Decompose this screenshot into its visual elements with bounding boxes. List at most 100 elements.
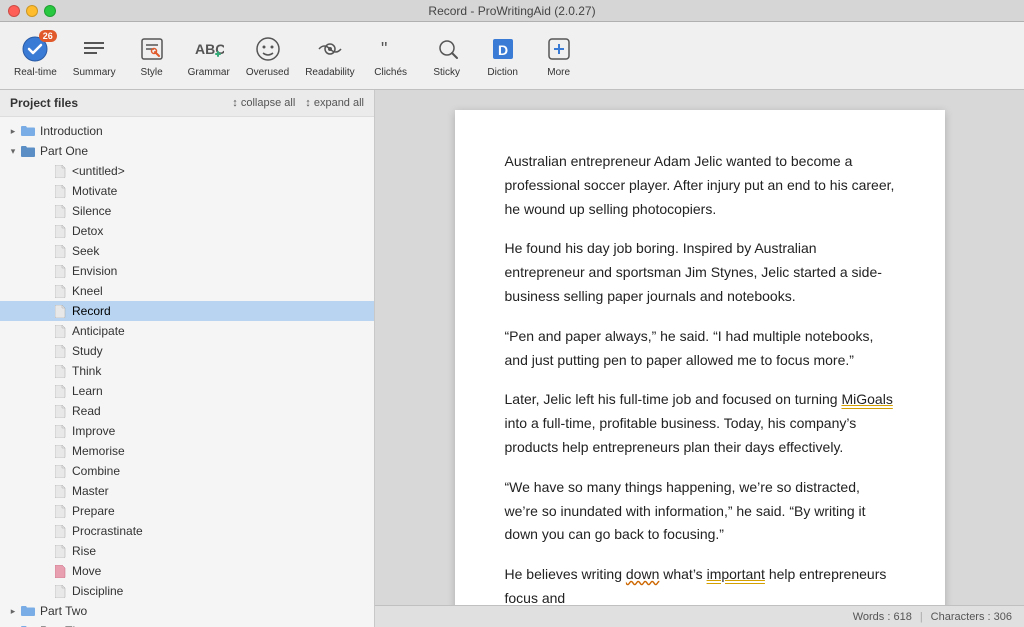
toolbar-readability[interactable]: Readability [297, 26, 362, 86]
tree-item-move[interactable]: Move [0, 561, 374, 581]
file-icon [52, 163, 68, 179]
sidebar: Project files ↕ collapse all ↕ expand al… [0, 90, 375, 627]
overused-label: Overused [246, 67, 289, 78]
diction-label: Diction [487, 67, 518, 78]
file-icon [52, 363, 68, 379]
file-icon [52, 543, 68, 559]
diction-icon: D [487, 33, 519, 65]
tree-item-anticipate[interactable]: Anticipate [0, 321, 374, 341]
tree-label-learn: Learn [72, 384, 103, 398]
collapse-all-button[interactable]: ↕ collapse all [232, 97, 295, 109]
text-underline-double: important [707, 566, 765, 582]
tree-label-memorise: Memorise [72, 444, 125, 458]
paragraph-p4: Later, Jelic left his full-time job and … [505, 388, 895, 459]
tree-item-rise[interactable]: Rise [0, 541, 374, 561]
close-button[interactable] [8, 5, 20, 17]
tree-label-seek: Seek [72, 244, 99, 258]
paragraph-p3: “Pen and paper always,” he said. “I had … [505, 325, 895, 373]
tree-item-think[interactable]: Think [0, 361, 374, 381]
sticky-label: Sticky [433, 67, 460, 78]
tree-arrow-icon: ▸ [6, 606, 20, 617]
file-icon [52, 583, 68, 599]
tree-item-master[interactable]: Master [0, 481, 374, 501]
toolbar: 26Real-timeSummary Style ABCGrammar Overuse… [0, 22, 1024, 90]
summary-icon [78, 33, 110, 65]
folder-open-icon [20, 143, 36, 159]
style-label: Style [140, 67, 162, 78]
tree-item-study[interactable]: Study [0, 341, 374, 361]
file-icon [52, 283, 68, 299]
minimize-button[interactable] [26, 5, 38, 17]
tree-item-improve[interactable]: Improve [0, 421, 374, 441]
tree-label-study: Study [72, 344, 103, 358]
sidebar-title: Project files [10, 96, 78, 110]
editor-area: Australian entrepreneur Adam Jelic wante… [375, 90, 1024, 627]
editor-scroll[interactable]: Australian entrepreneur Adam Jelic wante… [375, 90, 1024, 605]
tree-label-master: Master [72, 484, 109, 498]
folder-icon [20, 603, 36, 619]
tree-arrow-icon: ▸ [6, 126, 20, 137]
tree-label-detox: Detox [72, 224, 103, 238]
toolbar-summary[interactable]: Summary [65, 26, 124, 86]
cliches-icon: " [375, 33, 407, 65]
paragraph-p2: He found his day job boring. Inspired by… [505, 237, 895, 308]
maximize-button[interactable] [44, 5, 56, 17]
window-title: Record - ProWritingAid (2.0.27) [428, 4, 595, 18]
tree-item-motivate[interactable]: Motivate [0, 181, 374, 201]
tree-label-discipline: Discipline [72, 584, 123, 598]
toolbar-realtime[interactable]: 26Real-time [6, 26, 65, 86]
toolbar-sticky[interactable]: Sticky [419, 26, 475, 86]
tree-item-prepare[interactable]: Prepare [0, 501, 374, 521]
sticky-icon [431, 33, 463, 65]
file-pink-icon [52, 563, 68, 579]
tree-item-procrastinate[interactable]: Procrastinate [0, 521, 374, 541]
tree-item-read[interactable]: Read [0, 401, 374, 421]
tree-item-learn[interactable]: Learn [0, 381, 374, 401]
more-icon [543, 33, 575, 65]
grammar-icon: ABC [193, 33, 225, 65]
document-page: Australian entrepreneur Adam Jelic wante… [455, 110, 945, 605]
file-icon [52, 243, 68, 259]
tree-item-part-two[interactable]: ▸Part Two [0, 601, 374, 621]
file-icon [52, 343, 68, 359]
file-icon [52, 503, 68, 519]
expand-all-button[interactable]: ↕ expand all [305, 97, 364, 109]
tree-item-introduction[interactable]: ▸Introduction [0, 121, 374, 141]
tree-item-silence[interactable]: Silence [0, 201, 374, 221]
tree-item-part-three[interactable]: ▸Part Three [0, 621, 374, 627]
file-icon [52, 263, 68, 279]
toolbar-style[interactable]: Style [124, 26, 180, 86]
title-bar: Record - ProWritingAid (2.0.27) [0, 0, 1024, 22]
tree-item-combine[interactable]: Combine [0, 461, 374, 481]
toolbar-more[interactable]: More [531, 26, 587, 86]
tree-label-untitled: <untitled> [72, 164, 125, 178]
tree-label-anticipate: Anticipate [72, 324, 125, 338]
file-icon [52, 203, 68, 219]
toolbar-cliches[interactable]: " Clichés [363, 26, 419, 86]
file-icon [52, 323, 68, 339]
toolbar-diction[interactable]: D Diction [475, 26, 531, 86]
toolbar-overused[interactable]: Overused [238, 26, 297, 86]
tree-item-record[interactable]: Record [0, 301, 374, 321]
tree-label-record: Record [72, 304, 111, 318]
file-icon [52, 483, 68, 499]
paragraph-p6: He believes writing down what’s importan… [505, 563, 895, 605]
file-icon [52, 463, 68, 479]
tree-label-procrastinate: Procrastinate [72, 524, 143, 538]
toolbar-grammar[interactable]: ABCGrammar [180, 26, 238, 86]
cliches-label: Clichés [374, 67, 407, 78]
more-label: More [547, 67, 570, 78]
tree-item-kneel[interactable]: Kneel [0, 281, 374, 301]
tree-item-part-one[interactable]: ▾Part One [0, 141, 374, 161]
tree-item-seek[interactable]: Seek [0, 241, 374, 261]
text-underline-wavy: down [626, 566, 659, 582]
tree-item-detox[interactable]: Detox [0, 221, 374, 241]
folder-icon [20, 623, 36, 627]
tree-label-combine: Combine [72, 464, 120, 478]
file-icon [52, 523, 68, 539]
tree-item-memorise[interactable]: Memorise [0, 441, 374, 461]
realtime-label: Real-time [14, 67, 57, 78]
tree-item-discipline[interactable]: Discipline [0, 581, 374, 601]
tree-item-envision[interactable]: Envision [0, 261, 374, 281]
tree-item-untitled[interactable]: <untitled> [0, 161, 374, 181]
